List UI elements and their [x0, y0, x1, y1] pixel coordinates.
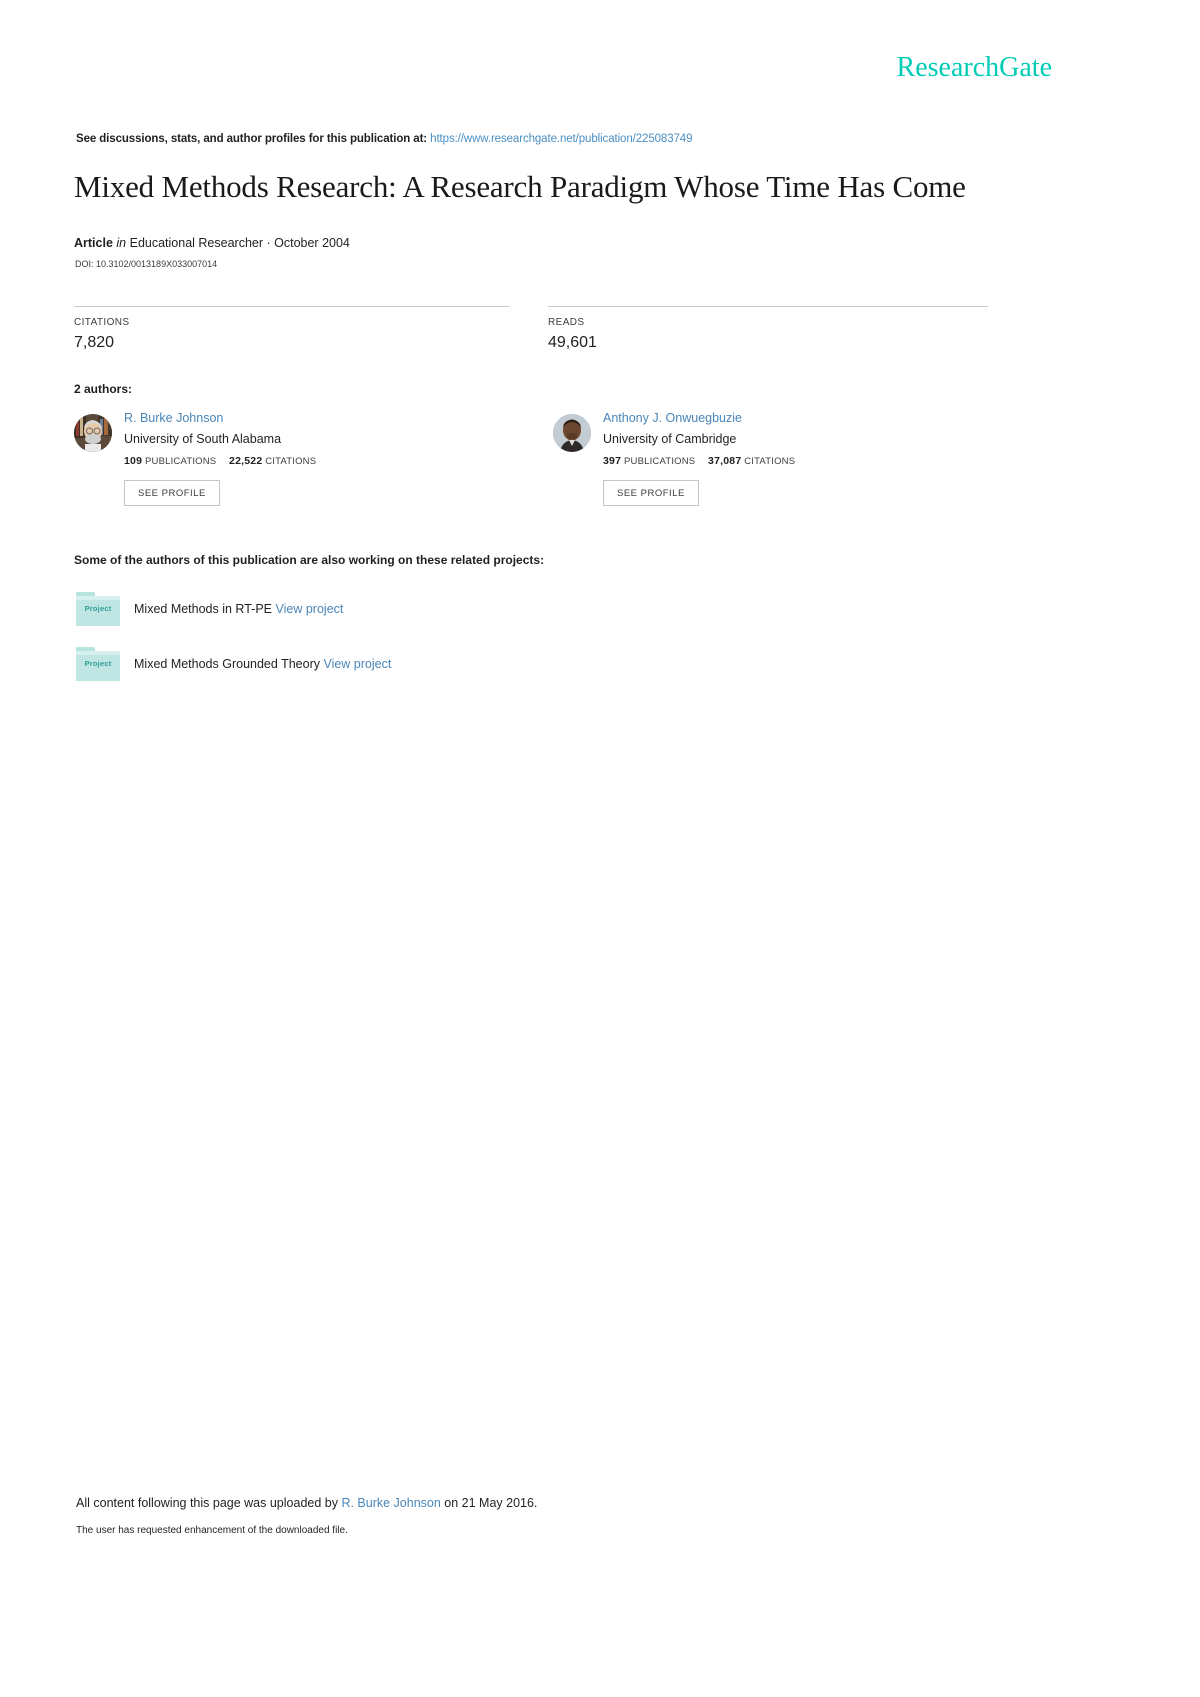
stat-divider	[548, 306, 988, 307]
page-title: Mixed Methods Research: A Research Parad…	[74, 169, 966, 204]
stat-label: READS	[548, 317, 585, 328]
stat-reads: READS 49,601	[548, 306, 988, 352]
view-project-link[interactable]: View project	[323, 657, 391, 671]
stat-divider	[74, 306, 509, 307]
article-venue: Educational Researcher · October 2004	[129, 236, 350, 250]
author-card: R. Burke Johnson University of South Ala…	[74, 410, 316, 506]
stat-value: 49,601	[548, 334, 597, 351]
article-type: Article	[74, 236, 113, 250]
project-title: Mixed Methods Grounded Theory	[134, 657, 320, 671]
author-citations-count: 22,522	[229, 455, 263, 467]
upload-prefix: All content following this page was uplo…	[76, 1496, 342, 1510]
project-folder-icon: Project	[76, 592, 120, 626]
author-publications-count: 397	[603, 455, 622, 467]
see-profile-button[interactable]: SEE PROFILE	[124, 480, 220, 506]
author-card: Anthony J. Onwuegbuzie University of Cam…	[553, 410, 795, 506]
author-citations-label: CITATIONS	[265, 456, 317, 467]
researchgate-logo: ResearchGate	[896, 52, 1052, 83]
see-profile-button[interactable]: SEE PROFILE	[603, 480, 699, 506]
project-folder-label: Project	[84, 659, 112, 668]
author-stats: 109 PUBLICATIONS 22,522 CITATIONS	[124, 455, 316, 467]
project-text: Mixed Methods in RT-PE View project	[134, 602, 343, 616]
uploader-link[interactable]: R. Burke Johnson	[341, 1496, 440, 1510]
view-project-link[interactable]: View project	[276, 602, 344, 616]
stat-value: 7,820	[74, 334, 115, 351]
author-publications-label: PUBLICATIONS	[623, 456, 696, 467]
discussion-prefix: See discussions, stats, and author profi…	[76, 133, 428, 145]
related-projects-heading: Some of the authors of this publication …	[74, 553, 545, 567]
project-folder-icon: Project	[76, 647, 120, 681]
author-institution: University of South Alabama	[124, 432, 282, 446]
author-publications-count: 109	[124, 455, 143, 467]
avatar	[74, 414, 112, 452]
publication-cover-page: ResearchGate See discussions, stats, and…	[0, 0, 1200, 1697]
project-text: Mixed Methods Grounded Theory View proje…	[134, 657, 391, 671]
author-citations-count: 37,087	[708, 455, 742, 467]
project-folder-label: Project	[84, 604, 112, 613]
enhancement-note: The user has requested enhancement of th…	[76, 1525, 348, 1536]
author-stats: 397 PUBLICATIONS 37,087 CITATIONS	[603, 455, 795, 467]
publication-url-link[interactable]: https://www.researchgate.net/publication…	[430, 133, 692, 145]
avatar	[553, 414, 591, 452]
discussion-line: See discussions, stats, and author profi…	[76, 133, 693, 145]
author-name-link[interactable]: Anthony J. Onwuegbuzie	[603, 410, 795, 427]
stat-label: CITATIONS	[74, 317, 130, 328]
author-institution: University of Cambridge	[603, 432, 737, 446]
upload-attribution: All content following this page was uplo…	[76, 1496, 537, 1510]
stat-citations: CITATIONS 7,820	[74, 306, 509, 352]
project-title: Mixed Methods in RT-PE	[134, 602, 273, 616]
authors-heading: 2 authors:	[74, 382, 133, 396]
upload-suffix: on 21 May 2016.	[440, 1496, 538, 1510]
author-publications-label: PUBLICATIONS	[144, 456, 217, 467]
article-meta: Article in Educational Researcher · Octo…	[74, 236, 350, 250]
author-name-link[interactable]: R. Burke Johnson	[124, 410, 316, 427]
author-citations-label: CITATIONS	[744, 456, 796, 467]
article-in-word: in	[116, 236, 127, 250]
doi-text: DOI: 10.3102/0013189X033007014	[75, 259, 218, 269]
